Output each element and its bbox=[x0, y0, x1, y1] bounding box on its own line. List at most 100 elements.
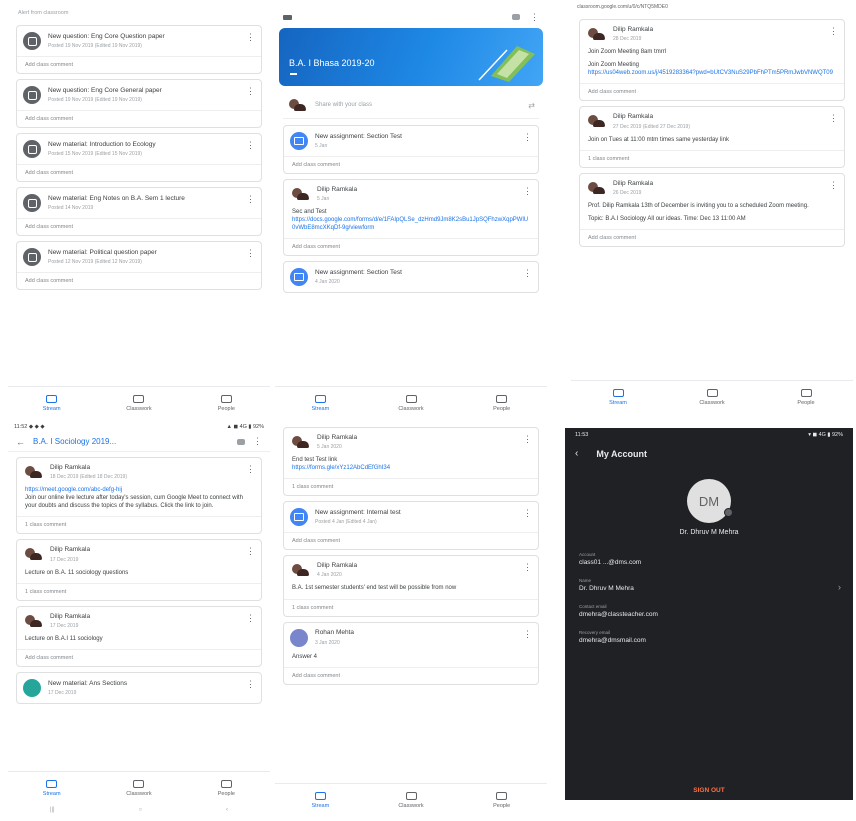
more-options-icon[interactable]: ⋮ bbox=[246, 33, 255, 42]
more-options-icon[interactable]: ⋮ bbox=[246, 547, 255, 556]
home-button[interactable]: ○ bbox=[139, 807, 143, 817]
more-options-icon[interactable]: ⋮ bbox=[523, 509, 532, 518]
more-options-icon[interactable]: ⋮ bbox=[246, 679, 255, 689]
nav-classwork[interactable]: Classwork bbox=[95, 387, 182, 420]
post-author: Dilip Ramkala bbox=[50, 464, 91, 471]
more-options-icon[interactable]: ⋮ bbox=[829, 180, 838, 190]
app-bar: ⋮ bbox=[275, 6, 547, 28]
more-options-icon[interactable]: ⋮ bbox=[530, 12, 539, 23]
back-arrow-icon[interactable]: ‹ bbox=[575, 448, 578, 459]
nav-stream[interactable]: Stream bbox=[275, 387, 366, 420]
stream-card[interactable]: New question: Eng Core Question paper Pos… bbox=[16, 25, 262, 74]
stream-card[interactable]: Dilip Ramkala 26 Dec 2019 ⋮ Prof. Dilip R… bbox=[579, 172, 845, 247]
more-options-icon[interactable]: ⋮ bbox=[829, 114, 838, 123]
video-icon[interactable] bbox=[237, 438, 245, 445]
post-date: 4 Jan 2020 bbox=[317, 572, 342, 579]
nav-classwork[interactable]: Classwork bbox=[366, 784, 457, 817]
stream-card[interactable]: Dilip Ramkala 17 Dec 2019 ⋮ Lecture on B.… bbox=[16, 605, 262, 667]
class-comment-link[interactable]: 1 class comment bbox=[284, 478, 538, 495]
nav-stream[interactable]: Stream bbox=[8, 772, 95, 805]
more-options-icon[interactable]: ⋮ bbox=[523, 187, 532, 196]
class-comment-link[interactable]: Add class comment bbox=[284, 532, 538, 549]
stream-card[interactable]: Dilip Ramkala 18 Dec 2019 (Edited 18 Dec … bbox=[16, 457, 262, 535]
more-options-icon[interactable]: ⋮ bbox=[246, 465, 255, 474]
stream-card[interactable]: Dilip Ramkala 5 Jan ⋮ Sec and Test https:… bbox=[283, 179, 539, 257]
nav-classwork[interactable]: Classwork bbox=[665, 381, 759, 414]
share-with-class[interactable]: Share with your class ⇄ bbox=[283, 92, 539, 119]
more-options-icon[interactable]: ⋮ bbox=[829, 27, 838, 36]
class-comment-link[interactable]: Add class comment bbox=[17, 272, 261, 289]
nav-classwork[interactable]: Classwork bbox=[95, 772, 182, 805]
stream-card[interactable]: New material: Introduction to Ecology Pos… bbox=[16, 133, 262, 182]
stream-card[interactable]: New assignment: Internal test Posted 4 Ja… bbox=[283, 501, 539, 551]
profile-name: Dr. Dhruv M Mehra bbox=[679, 529, 739, 536]
nav-people[interactable]: People bbox=[183, 387, 270, 420]
nav-people[interactable]: People bbox=[183, 772, 270, 805]
post-link[interactable]: https://meet.google.com/abc-defg-hij bbox=[25, 486, 253, 494]
more-options-icon[interactable]: ⋮ bbox=[523, 435, 532, 444]
stream-list: classroom.google.com/u/0/c/NTQ5MDE0 Dili… bbox=[571, 0, 853, 380]
class-comment-link[interactable]: Add class comment bbox=[580, 228, 844, 246]
more-options-icon[interactable]: ⋮ bbox=[523, 133, 532, 142]
stream-card[interactable]: New material: Eng Notes on B.A. Sem 1 le… bbox=[16, 187, 262, 236]
more-options-icon[interactable]: ⋮ bbox=[246, 141, 255, 150]
stream-card[interactable]: Dilip Ramkala 4 Jan 2020 ⋮ B.A. 1st semes… bbox=[283, 555, 539, 617]
class-comment-link[interactable]: Add class comment bbox=[17, 110, 261, 127]
repost-icon[interactable]: ⇄ bbox=[528, 101, 535, 110]
nav-label: People bbox=[493, 803, 511, 809]
class-comment-link[interactable]: Add class comment bbox=[17, 218, 261, 235]
more-options-icon[interactable]: ⋮ bbox=[246, 87, 255, 96]
class-comment-link[interactable]: Add class comment bbox=[17, 648, 261, 666]
more-options-icon[interactable]: ⋮ bbox=[253, 436, 262, 447]
stream-card[interactable]: New question: Eng Core General paper Post… bbox=[16, 79, 262, 128]
camera-icon[interactable] bbox=[724, 508, 733, 517]
post-link[interactable]: https://docs.google.com/forms/d/e/1FAIpQ… bbox=[292, 216, 530, 232]
class-comment-link[interactable]: Add class comment bbox=[17, 164, 261, 181]
nav-people[interactable]: People bbox=[456, 784, 547, 817]
class-comment-link[interactable]: 1 class comment bbox=[580, 149, 844, 167]
class-comment-link[interactable]: Add class comment bbox=[284, 238, 538, 255]
class-banner[interactable]: B.A. I Bhasa 2019-20 bbox=[279, 28, 543, 86]
more-options-icon[interactable]: ⋮ bbox=[523, 563, 532, 572]
class-comment-link[interactable]: Add class comment bbox=[284, 156, 538, 173]
more-options-icon[interactable]: ⋮ bbox=[246, 249, 255, 258]
more-options-icon[interactable]: ⋮ bbox=[523, 269, 532, 278]
stream-card[interactable]: New material: Political question paper Po… bbox=[16, 241, 262, 290]
stream-card[interactable]: Dilip Ramkala 28 Dec 2019 ⋮ Join Zoom Mee… bbox=[579, 19, 845, 102]
class-comment-link[interactable]: Add class comment bbox=[17, 56, 261, 73]
nav-stream[interactable]: Stream bbox=[8, 387, 95, 420]
class-comment-link[interactable]: 1 class comment bbox=[17, 516, 261, 533]
nav-stream[interactable]: Stream bbox=[571, 381, 665, 414]
stream-card[interactable]: New material: Ans Sections 17 Dec 2019 ⋮ bbox=[16, 671, 262, 704]
class-comment-link[interactable]: Add class comment bbox=[284, 666, 538, 684]
nav-people[interactable]: People bbox=[456, 387, 547, 420]
more-options-icon[interactable]: ⋮ bbox=[523, 629, 532, 639]
more-options-icon[interactable]: ⋮ bbox=[246, 195, 255, 204]
menu-icon[interactable] bbox=[283, 14, 292, 20]
url-bar[interactable]: classroom.google.com/u/0/c/NTQ5MDE0 bbox=[571, 0, 853, 14]
card-date: Posted 4 Jan (Edited 4 Jan) bbox=[315, 519, 377, 526]
stream-card[interactable]: Dilip Ramkala 17 Dec 2019 ⋮ Lecture on B.… bbox=[16, 539, 262, 601]
stream-card[interactable]: New assignment: Section Test 4 Jan 2020 ⋮ bbox=[283, 261, 539, 294]
stream-card[interactable]: Dilip Ramkala 5 Jan 2020 ⋮ End test Test … bbox=[283, 427, 539, 497]
more-options-icon[interactable]: ⋮ bbox=[246, 613, 255, 623]
profile-avatar[interactable]: DM bbox=[687, 479, 733, 523]
sign-out-button[interactable]: SIGN OUT bbox=[565, 787, 853, 794]
nav-stream[interactable]: Stream bbox=[275, 784, 366, 817]
account-field-name[interactable]: Name Dr. Dhruv M Mehra › bbox=[565, 572, 853, 598]
stream-card[interactable]: Rohan Mehta 3 Jan 2020 ⋮ Answer 4 Add cla… bbox=[283, 621, 539, 685]
material-icon bbox=[23, 678, 41, 697]
post-link[interactable]: https://forms.gle/xYz12AbCdEfGhI34 bbox=[292, 464, 530, 472]
recent-apps-button[interactable]: ||| bbox=[50, 807, 55, 817]
back-arrow-icon[interactable]: ← bbox=[16, 437, 25, 447]
nav-people[interactable]: People bbox=[759, 381, 853, 414]
back-button[interactable]: ‹ bbox=[226, 807, 228, 817]
class-comment-link[interactable]: Add class comment bbox=[580, 83, 844, 100]
class-comment-link[interactable]: 1 class comment bbox=[284, 598, 538, 616]
stream-card[interactable]: New assignment: Section Test 5 Jan ⋮ Add … bbox=[283, 125, 539, 174]
class-comment-link[interactable]: 1 class comment bbox=[17, 582, 261, 600]
stream-card[interactable]: Dilip Ramkala 27 Dec 2019 (Edited 27 Dec … bbox=[579, 106, 845, 168]
video-icon[interactable] bbox=[512, 14, 520, 20]
post-link[interactable]: https://us04web.zoom.us/j/4519283364?pwd… bbox=[588, 69, 836, 77]
nav-classwork[interactable]: Classwork bbox=[366, 387, 457, 420]
